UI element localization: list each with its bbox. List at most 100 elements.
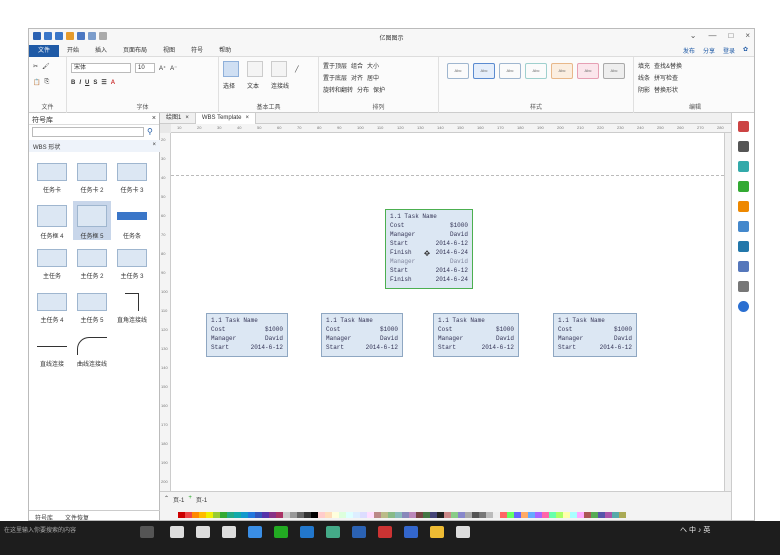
align-button[interactable]: 对齐 xyxy=(351,73,363,82)
color-swatch[interactable] xyxy=(486,512,493,518)
color-swatch[interactable] xyxy=(353,512,360,518)
connector-tool-icon[interactable] xyxy=(271,61,287,77)
color-swatch[interactable] xyxy=(206,512,213,518)
tab-help[interactable]: 帮助 xyxy=(211,45,239,57)
color-swatch[interactable] xyxy=(374,512,381,518)
taskbar-app-icon[interactable] xyxy=(222,526,236,538)
color-swatch[interactable] xyxy=(248,512,255,518)
style-swatch[interactable]: Abc xyxy=(603,63,625,79)
color-swatch[interactable] xyxy=(388,512,395,518)
size-button[interactable]: 大小 xyxy=(367,61,379,70)
tab-page-layout[interactable]: 页面布局 xyxy=(115,45,155,57)
shape-item[interactable]: 主任务 4 xyxy=(33,293,71,324)
color-swatch[interactable] xyxy=(465,512,472,518)
close-icon[interactable]: × xyxy=(152,115,156,122)
color-swatch[interactable] xyxy=(521,512,528,518)
color-swatch[interactable] xyxy=(381,512,388,518)
color-swatch[interactable] xyxy=(318,512,325,518)
color-swatch[interactable] xyxy=(241,512,248,518)
color-swatch[interactable] xyxy=(444,512,451,518)
color-swatch[interactable] xyxy=(297,512,304,518)
wbs-card-selected[interactable]: 1.1 Task Name Cost $1000 Manager David Sta… xyxy=(385,209,473,289)
replace-shape-button[interactable]: 替换形状 xyxy=(654,85,678,94)
color-swatch[interactable] xyxy=(451,512,458,518)
font-color-icon[interactable]: A xyxy=(111,80,115,86)
color-swatch[interactable] xyxy=(619,512,626,518)
close-icon[interactable]: × xyxy=(152,142,156,150)
color-swatch[interactable] xyxy=(185,512,192,518)
shape-item[interactable]: 主任务 5 xyxy=(73,293,111,324)
color-swatch[interactable] xyxy=(395,512,402,518)
fill-button[interactable]: 填充 xyxy=(638,61,650,70)
send-back-button[interactable]: 置于底层 xyxy=(323,73,347,82)
color-swatch[interactable] xyxy=(563,512,570,518)
protect-button[interactable]: 保护 xyxy=(373,85,385,94)
drawing-canvas[interactable]: 1.1 Task Name Cost $1000 Manager David Sta… xyxy=(171,133,724,493)
taskbar-app-icon[interactable] xyxy=(352,526,366,538)
shape-item[interactable]: 任务条 xyxy=(113,205,151,240)
wbs-card[interactable]: 1.1 Task Name Cost $1000 Manager David Sta… xyxy=(553,313,637,357)
color-swatch[interactable] xyxy=(605,512,612,518)
color-swatch[interactable] xyxy=(269,512,276,518)
italic-icon[interactable]: I xyxy=(79,80,81,86)
center-button[interactable]: 居中 xyxy=(367,73,379,82)
color-swatch[interactable] xyxy=(262,512,269,518)
color-swatch[interactable] xyxy=(325,512,332,518)
color-swatch[interactable] xyxy=(556,512,563,518)
color-swatch[interactable] xyxy=(535,512,542,518)
shape-item[interactable]: 直线连接 xyxy=(33,337,71,368)
style-swatch[interactable]: Abc xyxy=(525,63,547,79)
shadow-button[interactable]: 阴影 xyxy=(638,85,650,94)
color-swatch[interactable] xyxy=(549,512,556,518)
color-swatch[interactable] xyxy=(178,512,185,518)
color-swatch[interactable] xyxy=(598,512,605,518)
color-swatch[interactable] xyxy=(255,512,262,518)
bullets-icon[interactable]: ☰ xyxy=(101,79,106,86)
page-nav-label[interactable]: 页-1 xyxy=(196,495,207,504)
page-up-icon[interactable]: ⌃ xyxy=(164,495,169,504)
shape-item[interactable]: 任务卡 2 xyxy=(73,163,111,194)
comment-icon[interactable] xyxy=(738,281,749,292)
close-icon[interactable]: × xyxy=(185,114,189,123)
taskbar-app-icon[interactable] xyxy=(430,526,444,538)
copy-icon[interactable]: ⎘ xyxy=(44,79,49,86)
taskbar-app-icon[interactable] xyxy=(196,526,210,538)
color-swatch[interactable] xyxy=(507,512,514,518)
spell-check-button[interactable]: 拼写检查 xyxy=(654,73,678,82)
text-tool-icon[interactable] xyxy=(247,61,263,77)
page-tab-label[interactable]: 页-1 xyxy=(173,495,184,504)
tab-insert[interactable]: 插入 xyxy=(87,45,115,57)
color-swatch[interactable] xyxy=(437,512,444,518)
color-swatch[interactable] xyxy=(612,512,619,518)
line-button[interactable]: 线条 xyxy=(638,73,650,82)
attachment-icon[interactable] xyxy=(738,261,749,272)
color-swatch[interactable] xyxy=(234,512,241,518)
style-swatch[interactable]: Abc xyxy=(499,63,521,79)
color-swatch[interactable] xyxy=(500,512,507,518)
cut-icon[interactable]: ✂ xyxy=(33,63,38,70)
hyperlink-icon[interactable] xyxy=(738,241,749,252)
taskbar-app-icon[interactable] xyxy=(404,526,418,538)
style-swatch[interactable]: Abc xyxy=(551,63,573,79)
color-swatch[interactable] xyxy=(290,512,297,518)
tab-file-recovery[interactable]: 文件恢复 xyxy=(59,511,95,520)
font-size-select[interactable]: 10 xyxy=(135,63,155,73)
color-swatch[interactable] xyxy=(542,512,549,518)
color-swatch[interactable] xyxy=(339,512,346,518)
style-swatch[interactable]: Abc xyxy=(577,63,599,79)
color-swatch[interactable] xyxy=(332,512,339,518)
color-swatch[interactable] xyxy=(416,512,423,518)
color-swatch[interactable] xyxy=(458,512,465,518)
format-icon[interactable] xyxy=(738,121,749,132)
style-swatch[interactable]: Abc xyxy=(447,63,469,79)
layers-icon[interactable] xyxy=(738,201,749,212)
distribute-button[interactable]: 分布 xyxy=(357,85,369,94)
wbs-card[interactable]: 1.1 Task Name Cost $1000 Manager David Sta… xyxy=(433,313,519,357)
group-button[interactable]: 组合 xyxy=(351,61,363,70)
color-swatch[interactable] xyxy=(591,512,598,518)
paste-icon[interactable]: 📋 xyxy=(33,79,40,86)
doc-tab[interactable]: 绘图1 × xyxy=(160,113,196,124)
color-swatch[interactable] xyxy=(346,512,353,518)
tab-symbols[interactable]: 符号 xyxy=(183,45,211,57)
color-swatch[interactable] xyxy=(577,512,584,518)
